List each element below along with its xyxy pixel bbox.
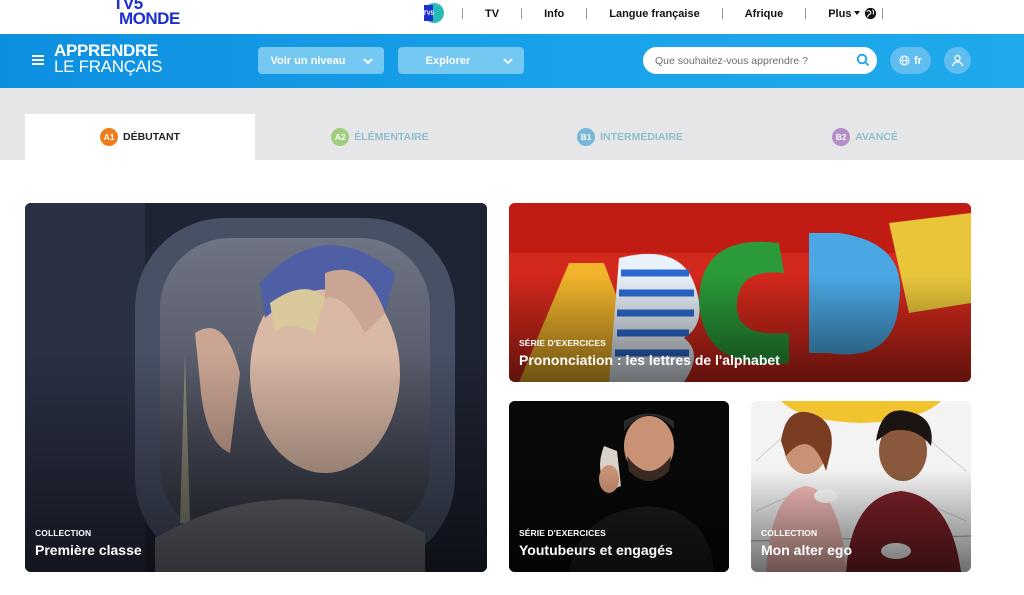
nav-item-langue-francaise[interactable]: Langue française: [587, 8, 721, 20]
content-card-prononciation-alphabet[interactable]: SÉRIE D'EXERCICES Prononciation : les le…: [509, 203, 971, 382]
svg-text:TV5: TV5: [423, 11, 435, 17]
tab-label: INTERMÉDIAIRE: [600, 131, 683, 143]
language-code: fr: [914, 54, 922, 67]
tv5monde-logo[interactable]: TV5 MONDE: [113, 0, 180, 28]
level-tabs: A1 DÉBUTANT A2 ÉLÉMENTAIRE B1 INTERMÉDIA…: [0, 88, 1024, 160]
card-title: Youtubeurs et engagés: [519, 542, 673, 558]
nav-item-tv[interactable]: TV: [463, 8, 521, 20]
search-input[interactable]: [655, 52, 835, 69]
globe-icon[interactable]: [864, 7, 877, 20]
tv5-channel-icon[interactable]: TV5: [420, 1, 444, 25]
logo-line-2: MONDE: [119, 9, 180, 28]
tab-level-a2[interactable]: A2 ÉLÉMENTAIRE: [265, 114, 495, 160]
level-badge: B2: [832, 128, 851, 146]
level-badge: B1: [577, 128, 596, 146]
tab-label: DÉBUTANT: [123, 131, 180, 143]
card-title: Première classe: [35, 542, 142, 558]
language-selector[interactable]: fr: [890, 47, 931, 74]
card-title: Prononciation : les lettres de l'alphabe…: [519, 352, 780, 368]
nav-separator: [882, 8, 884, 19]
level-badge: A2: [331, 128, 350, 146]
card-gradient: [25, 350, 487, 572]
card-category: SÉRIE D'EXERCICES: [519, 528, 606, 538]
tab-level-b1[interactable]: B1 INTERMÉDIAIRE: [515, 114, 745, 160]
top-bar: TV5 MONDE TV5 TV Info Langue française A…: [0, 0, 1024, 34]
card-category: COLLECTION: [761, 528, 818, 538]
explore-dropdown-button[interactable]: Explorer: [398, 47, 524, 74]
nav-item-info[interactable]: Info: [522, 8, 586, 20]
chevron-down-icon: [363, 57, 373, 64]
card-category: SÉRIE D'EXERCICES: [519, 338, 606, 348]
tab-level-a1[interactable]: A1 DÉBUTANT: [25, 114, 255, 160]
content-card-premiere-classe[interactable]: COLLECTION Première classe: [25, 203, 487, 572]
nav-item-afrique[interactable]: Afrique: [723, 8, 806, 20]
top-navigation: TV Info Langue française Afrique Plus: [462, 0, 884, 27]
main-header: APPRENDRE LE FRANÇAIS Voir un niveau Exp…: [0, 34, 1024, 88]
brand-line-2: LE FRANÇAIS: [54, 57, 163, 76]
tab-label: AVANCÉ: [855, 131, 898, 143]
card-category: COLLECTION: [35, 528, 92, 538]
search-box: [643, 47, 877, 74]
chevron-down-icon: [503, 57, 513, 64]
level-dropdown-label: Voir un niveau: [270, 54, 346, 67]
tab-level-b2[interactable]: B2 AVANCÉ: [760, 114, 970, 160]
user-icon: [952, 54, 963, 67]
content-card-mon-alter-ego[interactable]: COLLECTION Mon alter ego: [751, 401, 971, 572]
globe-icon: [899, 55, 910, 66]
user-account-button[interactable]: [944, 47, 971, 74]
explore-dropdown-label: Explorer: [425, 54, 471, 67]
hamburger-menu-icon[interactable]: [32, 55, 44, 65]
level-dropdown-button[interactable]: Voir un niveau: [258, 47, 384, 74]
tab-label: ÉLÉMENTAIRE: [354, 131, 429, 143]
site-brand[interactable]: APPRENDRE LE FRANÇAIS: [54, 42, 163, 76]
level-badge: A1: [100, 128, 119, 146]
card-title: Mon alter ego: [761, 542, 853, 558]
search-icon[interactable]: [856, 53, 870, 67]
content-card-youtubeurs-engages[interactable]: SÉRIE D'EXERCICES Youtubeurs et engagés: [509, 401, 729, 572]
